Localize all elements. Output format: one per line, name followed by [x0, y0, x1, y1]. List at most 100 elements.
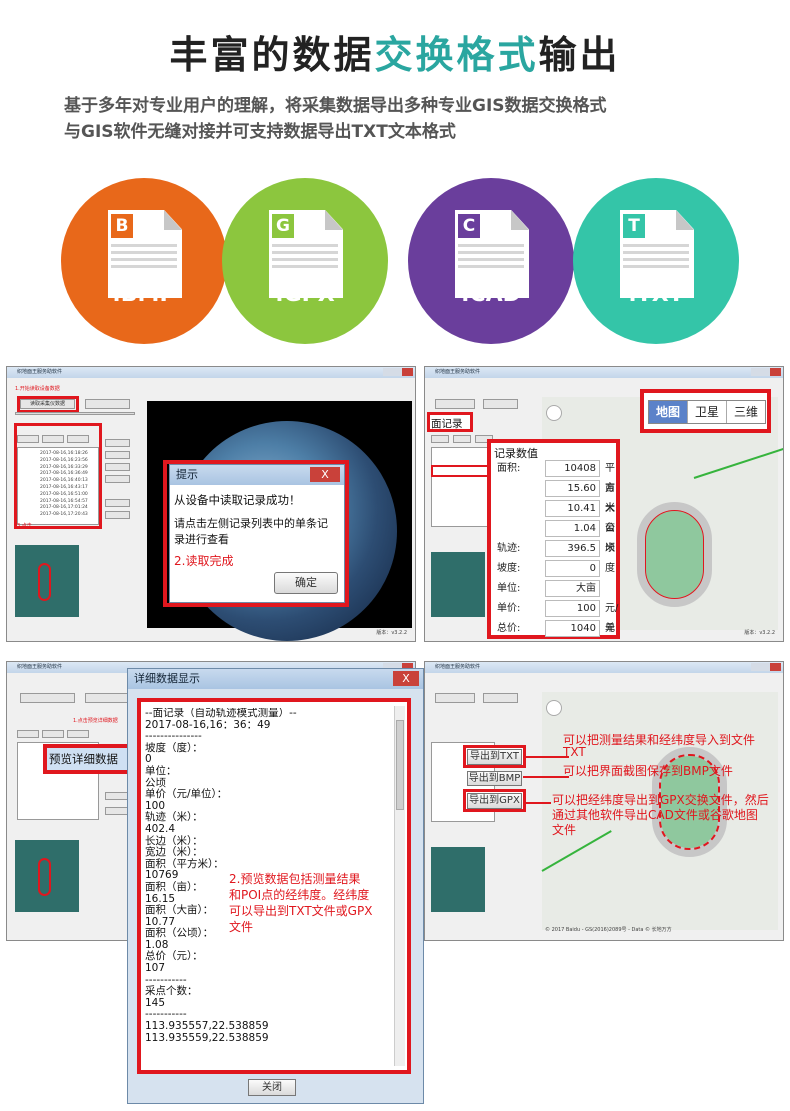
read-device-button[interactable] [435, 399, 475, 409]
row-value: 1.04 [545, 520, 600, 537]
shape-preview [431, 552, 485, 617]
subtitle-line-1: 基于多年对专业用户的理解，将采集数据导出多种专业GIS数据交换格式 [64, 96, 607, 116]
format-icon-bmp: B .BMP [61, 178, 227, 344]
tab-area-record[interactable]: 面记录 [431, 416, 463, 431]
values-panel: 记录数值 面积: 10408 平方米 15.60 亩 10.41 大亩 1.04 公顷 轨迹: 39… [487, 439, 620, 639]
scrollbar[interactable] [394, 706, 405, 1066]
doc-line [458, 251, 524, 254]
close-icon[interactable] [402, 368, 413, 376]
read-device-button[interactable] [20, 693, 75, 703]
clear-button[interactable] [483, 693, 518, 703]
doc-line [458, 265, 524, 268]
row-value: 15.60 [545, 480, 600, 497]
screenshot-read-device: 织地面王服务助软件 1.开始读取设备数据 读取采集仪数据 2017-08-16,… [6, 366, 416, 642]
list-item[interactable]: 2017-08-16,16:40:13 [40, 478, 88, 483]
detail-line: 113.935557,22.538859 [145, 1020, 269, 1033]
side-button-1[interactable] [105, 439, 130, 447]
clear-button[interactable] [483, 399, 518, 409]
side-button-5[interactable] [105, 499, 130, 507]
list-item[interactable]: 2017-08-16,17:20:43 [40, 512, 88, 517]
format-icon-cad: C .CAD [408, 178, 574, 344]
side-button-4[interactable] [105, 475, 130, 483]
row-label: 面积: [497, 463, 521, 474]
highlight-read [17, 396, 79, 413]
list-item[interactable]: 2017-08-16,16:54:57 [40, 499, 88, 504]
compass-icon[interactable] [546, 700, 562, 716]
close-button[interactable]: 关闭 [248, 1079, 296, 1096]
detail-line: 面积（公顷）： [145, 927, 214, 940]
list-item[interactable]: 2017-08-16,16:43:17 [40, 485, 88, 490]
list-item[interactable]: 2017-08-16,17:01:24 [40, 505, 88, 510]
row-value: 10408 [545, 460, 600, 477]
value-row: 轨迹: 396.5 米 [497, 539, 615, 559]
record-list[interactable]: 2017-08-16,16:18:26 2017-08-16,16:23:56 20… [17, 447, 99, 525]
map-tab-2[interactable]: 三维 [726, 401, 765, 423]
close-icon[interactable]: X [393, 671, 419, 686]
map-tab-1[interactable]: 卫星 [687, 401, 726, 423]
row-label: 单位: [497, 583, 521, 594]
tab-c[interactable] [67, 730, 89, 738]
list-item[interactable]: 2017-08-16,16:23:56 [40, 458, 88, 463]
preview-details-button[interactable]: 预览详细数据 [49, 751, 118, 767]
map-copyright: © 2017 Baidu - GS(2016)2089号 - Data © 长地… [545, 927, 672, 933]
side-button-6[interactable] [105, 511, 130, 519]
tab-b[interactable] [42, 730, 64, 738]
clear-button[interactable] [85, 693, 130, 703]
clear-button[interactable] [85, 399, 130, 409]
row-unit: 度 [605, 563, 615, 574]
detail-line: 总价（元）： [145, 950, 203, 963]
step-2-line-1: 2.预览数据包括测量结果 [229, 872, 361, 886]
dialog-title: 详细数据显示 [128, 669, 423, 689]
ok-button[interactable]: 确定 [274, 572, 338, 594]
tab-b[interactable] [42, 435, 64, 443]
close-icon[interactable] [770, 368, 781, 376]
title-part: 丰富的数据 [169, 33, 375, 77]
tab-a[interactable] [17, 435, 39, 443]
value-row: 坡度: 0 度 [497, 559, 615, 579]
doc-line [111, 251, 177, 254]
compass-icon[interactable] [546, 405, 562, 421]
detail-line: 402.4 [145, 822, 176, 835]
format-extension: .GPX [275, 282, 335, 307]
tab-b[interactable] [453, 435, 471, 443]
export-gpx-button[interactable]: 导出到GPX [467, 793, 522, 809]
window-title: 织地面王服务助软件 [425, 367, 783, 378]
doc-line [111, 258, 177, 261]
list-item[interactable]: 2017-08-16,16:18:26 [40, 451, 88, 456]
tab-a[interactable] [431, 435, 449, 443]
row-label: 总价: [497, 623, 521, 634]
tab-c[interactable] [67, 435, 89, 443]
dialog-message-3: 录进行查看 [174, 533, 229, 546]
format-extension: .CAD [461, 282, 521, 307]
step-2-label: 2.读取完成 [174, 554, 234, 568]
read-device-button[interactable] [435, 693, 475, 703]
side-button-3[interactable] [105, 463, 130, 471]
map-tab-0[interactable]: 地图 [649, 401, 687, 423]
row-value: 10.41 [545, 500, 600, 517]
value-row: 面积: 10408 平方米 [497, 459, 615, 514]
export-bmp-button[interactable]: 导出到BMP [467, 771, 522, 786]
list-item[interactable]: 2017-08-16,16:33:29 [40, 465, 88, 470]
export-txt-button[interactable]: 导出到TXT [467, 749, 522, 765]
highlight-selected-row [431, 465, 495, 477]
row-unit: 元 [605, 623, 615, 634]
row-value: 0 [545, 560, 600, 577]
close-icon[interactable]: X [310, 467, 340, 482]
window-title: 织地面王服务助软件 [425, 662, 783, 673]
list-item[interactable]: 2017-08-16,16:51:00 [40, 492, 88, 497]
record-list[interactable] [431, 447, 495, 527]
step-3-label: 3.点击 [17, 523, 32, 529]
doc-line [458, 244, 524, 247]
row-unit: 亩 [605, 483, 615, 494]
scrollbar-thumb[interactable] [396, 720, 404, 810]
list-item[interactable]: 2017-08-16,16:36:49 [40, 471, 88, 476]
screenshot-record-values: 织地面王服务助软件 面记录 地图 卫星 三维 记录数值 面积: 10408 平方米 15.… [424, 366, 784, 642]
tab-a[interactable] [17, 730, 39, 738]
shape-preview [431, 847, 485, 912]
side-button-2[interactable] [105, 451, 130, 459]
close-icon[interactable] [770, 663, 781, 671]
prompt-dialog: 提示 X 从设备中读取记录成功！ 请点击左侧记录列表中的单条记 录进行查看 2.… [169, 464, 345, 603]
detail-line: 采点个数： [145, 985, 198, 998]
value-row: 10.41 大亩 [497, 499, 615, 534]
window-controls [751, 663, 781, 671]
